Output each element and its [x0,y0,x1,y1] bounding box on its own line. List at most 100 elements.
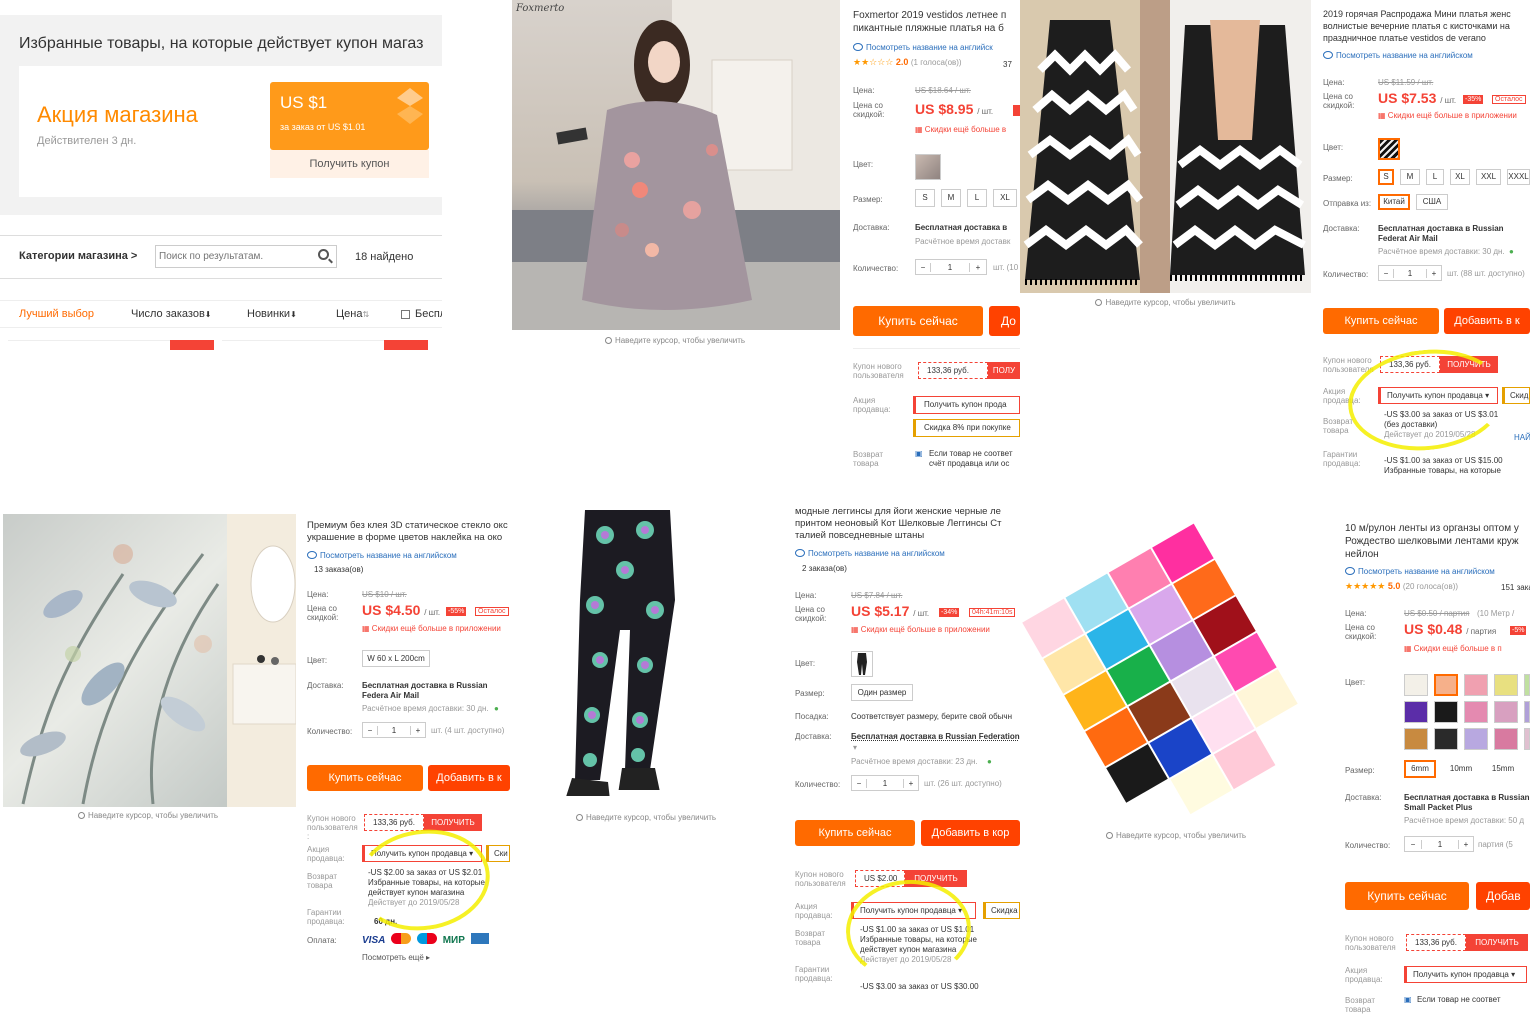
size-option-xxxl[interactable]: XXXL [1507,169,1530,185]
increment-button[interactable]: + [1459,840,1473,849]
buy-now-button[interactable]: Купить сейчас [795,820,915,846]
get-coupon-button[interactable]: ПОЛУЧИТЬ [424,814,482,831]
product-1-photo[interactable]: Foxmerto [512,0,840,330]
app-discount-link[interactable]: ▦ Скидки ещё больше в [915,125,1006,134]
add-to-cart-button[interactable]: Добавить в к [1444,308,1530,334]
view-english-link[interactable]: Посмотреть название на английском [795,549,945,558]
get-coupon-button[interactable]: ПОЛУЧИТЬ [1466,934,1528,951]
size-option-m[interactable]: M [941,189,961,207]
color-swatch[interactable] [1378,138,1400,160]
add-to-cart-button[interactable]: Добавить в к [428,765,510,791]
product-4-photo[interactable] [530,500,770,810]
color-swatch[interactable] [1494,701,1518,723]
add-to-cart-button[interactable]: Добав [1476,882,1530,910]
rating[interactable]: ★★★★★ 5.0 (20 голоса(ов)) [1345,581,1458,592]
quantity-stepper[interactable]: − 1 + [362,722,426,738]
size-option-xl[interactable]: XL [993,189,1017,207]
sort-tab-new[interactable]: Новинки⬇ [247,308,297,320]
quantity-value[interactable]: 1 [377,725,411,735]
quantity-value[interactable]: 1 [866,778,904,788]
increment-button[interactable]: + [970,263,986,272]
quantity-value[interactable]: 1 [1421,839,1459,849]
color-swatch[interactable] [1464,674,1488,696]
buy-now-button[interactable]: Купить сейчас [307,765,423,791]
color-swatch[interactable] [1464,701,1488,723]
free-shipping-checkbox[interactable] [401,310,410,319]
get-coupon-button[interactable]: ПОЛУ [988,362,1020,379]
increment-button[interactable]: + [1427,269,1441,278]
quantity-value[interactable]: 1 [930,262,970,272]
size-option-s[interactable]: S [1378,169,1394,185]
size-option-l[interactable]: L [967,189,987,207]
ship-from-usa[interactable]: США [1416,194,1448,210]
add-to-cart-button[interactable]: Добавить в кор [921,820,1020,846]
decrement-button[interactable]: − [852,779,866,788]
size-option-10mm[interactable]: 10mm [1442,760,1480,778]
product-3-photo[interactable] [3,514,296,807]
quantity-stepper[interactable]: − 1 + [851,775,919,791]
color-option[interactable]: W 60 x L 200cm [362,650,430,667]
increment-button[interactable]: + [904,779,918,788]
seller-coupon-dropdown[interactable]: Получить купон продавца ▾ [1404,966,1527,983]
size-option-6mm[interactable]: 6mm [1404,760,1436,778]
ship-from-china[interactable]: Китай [1378,194,1410,210]
buy-now-button[interactable]: Купить сейчас [853,306,983,336]
size-option-l[interactable]: L [1426,169,1444,185]
color-swatch[interactable] [851,651,873,677]
quantity-value[interactable]: 1 [1393,268,1427,278]
size-option[interactable]: Один размер [851,684,913,701]
search-icon[interactable] [318,249,329,260]
rating[interactable]: ★★☆☆☆ 2.0 (1 голоса(ов)) [853,57,962,68]
search-input[interactable] [155,245,337,268]
add-to-cart-button[interactable]: До [989,306,1020,336]
decrement-button[interactable]: − [363,726,377,735]
size-option-xl[interactable]: XL [1450,169,1470,185]
view-english-link[interactable]: Посмотреть название на английск [853,43,993,52]
size-option-s[interactable]: S [915,189,935,207]
color-swatch[interactable] [1494,728,1518,750]
quantity-stepper[interactable]: − 1 + [1378,265,1442,281]
buy-now-button[interactable]: Купить сейчас [1323,308,1439,334]
buy-now-button[interactable]: Купить сейчас [1345,882,1469,910]
decrement-button[interactable]: − [916,263,930,272]
help-icon[interactable]: ● [494,704,499,713]
size-option-m[interactable]: M [1400,169,1420,185]
color-swatch[interactable] [915,154,941,180]
increment-button[interactable]: + [411,726,425,735]
color-swatch[interactable] [1524,674,1530,696]
sort-tab-best[interactable]: Лучший выбор [19,308,94,320]
app-discount-link[interactable]: ▦ Скидки ещё больше в приложении [1378,111,1517,120]
color-swatch[interactable] [1404,728,1428,750]
color-swatch[interactable] [1404,674,1428,696]
quantity-stepper[interactable]: − 1 + [915,259,987,275]
view-english-link[interactable]: Посмотреть название на английском [307,551,457,560]
color-swatch[interactable] [1434,674,1458,696]
color-swatch[interactable] [1464,728,1488,750]
color-swatch[interactable] [1434,728,1458,750]
view-english-link[interactable]: Посмотреть название на английском [1323,51,1473,60]
decrement-button[interactable]: − [1405,840,1421,849]
decrement-button[interactable]: − [1379,269,1393,278]
help-icon[interactable]: ● [987,757,992,766]
store-categories-link[interactable]: Категории магазина > [19,250,137,262]
product-5-photo[interactable] [1020,512,1332,827]
see-more-link[interactable]: Посмотреть ещё ▸ [362,953,430,962]
quantity-stepper[interactable]: − 1 + [1404,836,1474,852]
sort-tab-orders[interactable]: Число заказов⬇ [131,308,212,320]
color-swatch[interactable] [1434,701,1458,723]
chevron-down-icon[interactable]: ▾ [853,743,857,752]
color-swatch[interactable] [1524,728,1530,750]
app-discount-link[interactable]: ▦ Скидки ещё больше в п [1404,644,1502,653]
get-coupon-button[interactable]: Получить купон [270,150,429,178]
app-discount-link[interactable]: ▦ Скидки ещё больше в приложении [851,625,990,634]
seller-coupon-dropdown[interactable]: Получить купон прода [913,396,1020,414]
view-english-link[interactable]: Посмотреть название на английском [1345,567,1495,576]
sort-tab-price[interactable]: Цена⇅ [336,308,369,320]
color-swatch[interactable] [1404,701,1428,723]
color-swatch[interactable] [1494,674,1518,696]
find-more-link[interactable]: НАЙ [1514,433,1530,442]
size-option-15mm[interactable]: 15mm [1484,760,1522,778]
app-discount-link[interactable]: ▦ Скидки ещё больше в приложении [362,624,501,633]
help-icon[interactable]: ● [1509,247,1514,256]
size-option-xxl[interactable]: XXL [1476,169,1501,185]
